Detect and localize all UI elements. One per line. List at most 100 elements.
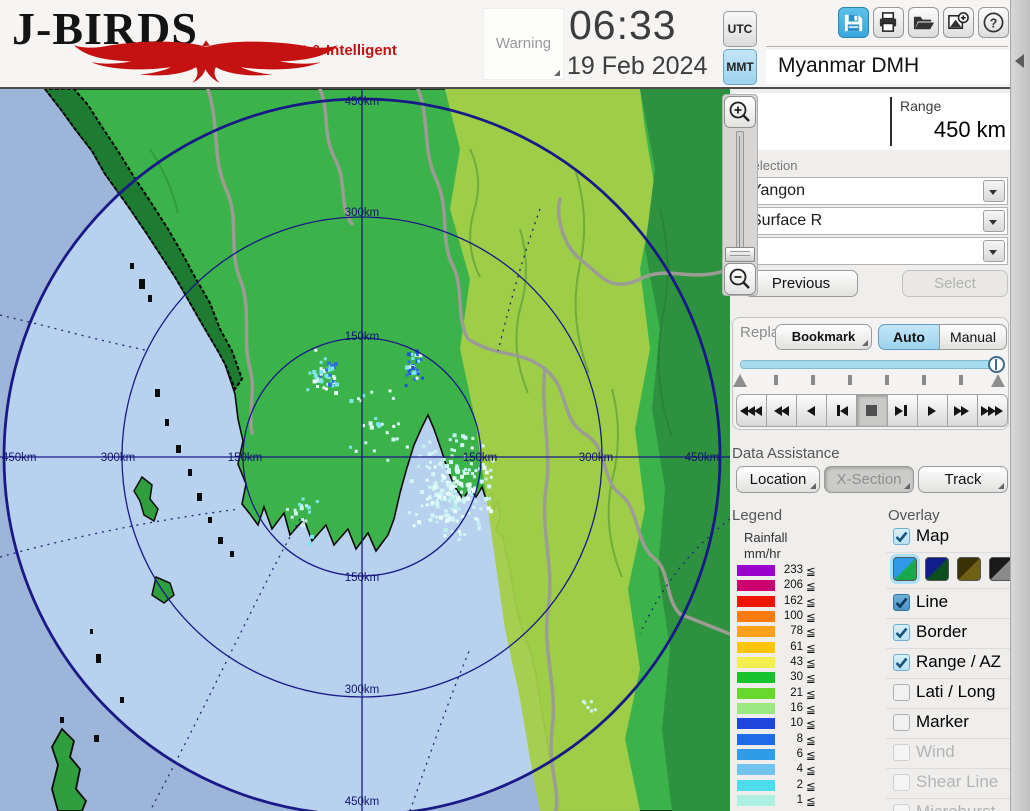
range-label: Range [900, 98, 941, 114]
overlay-list: MapLineBorderRange / AZLati / LongMarker… [886, 523, 1010, 811]
slider-tick [811, 375, 815, 385]
manual-button[interactable]: Manual [939, 324, 1007, 350]
legend-value: 8 [775, 733, 803, 745]
zoom-slider-track[interactable] [736, 131, 744, 261]
step-back-button[interactable] [826, 394, 857, 427]
dropdown-arrow-icon[interactable] [983, 210, 1005, 232]
rainfall-legend: 233≦206≦162≦100≦78≦61≦43≦30≦21≦16≦10≦8≦6… [737, 564, 827, 810]
help-button[interactable]: ? [978, 7, 1009, 38]
overlay-checkbox[interactable] [893, 684, 910, 701]
zoom-in-button[interactable] [724, 96, 756, 128]
overlay-item-label: Lati / Long [916, 682, 995, 702]
legend-value: 206 [775, 579, 803, 591]
open-button[interactable] [908, 7, 939, 38]
overlay-row-map: Map [886, 523, 1010, 553]
legend-value: 61 [775, 641, 803, 653]
legend-operator: ≦ [806, 656, 816, 670]
legend-operator: ≦ [806, 564, 816, 578]
map-style-swatch-2[interactable] [925, 557, 949, 581]
toolbar-separator [766, 46, 1008, 47]
play-reverse-button[interactable] [796, 394, 827, 427]
dropdown-arrow-icon[interactable] [983, 240, 1005, 262]
clock-date: 19 Feb 2024 [567, 52, 707, 81]
corner-mark [810, 483, 816, 489]
header-bar: J-BIRDS JRC-Brilliant & Intelligent Rada… [0, 0, 1030, 89]
x-section-label: X-Section [836, 471, 901, 488]
map-style-swatch-1[interactable] [893, 557, 917, 581]
legend-color-swatch [737, 596, 775, 607]
location-label: Location [750, 471, 807, 488]
site-dropdown[interactable]: Yangon [740, 177, 1008, 205]
data-assistance-label: Data Assistance [732, 445, 840, 462]
rewind-button[interactable] [766, 394, 797, 427]
legend-color-swatch [737, 703, 775, 714]
print-button[interactable] [873, 7, 904, 38]
legend-color-swatch [737, 672, 775, 683]
overlay-checkbox [893, 744, 910, 761]
mmt-button[interactable]: MMT [723, 49, 757, 85]
check-icon [895, 531, 908, 543]
product-dropdown[interactable]: Surface R [740, 207, 1008, 235]
slider-end-marker[interactable] [991, 374, 1005, 387]
legend-color-swatch [737, 657, 775, 668]
legend-row: 6≦ [737, 748, 827, 763]
check-icon [895, 597, 908, 609]
overlay-checkbox[interactable] [893, 624, 910, 641]
replay-slider-handle[interactable] [988, 356, 1005, 373]
check-icon [895, 627, 908, 639]
magnifier-minus-icon [728, 267, 752, 291]
legend-color-swatch [737, 626, 775, 637]
utc-button[interactable]: UTC [723, 11, 757, 47]
rev-icon [807, 406, 815, 416]
legend-operator: ≦ [806, 717, 816, 731]
check-icon [895, 657, 908, 669]
zoom-slider-thumb[interactable] [725, 247, 755, 262]
printer-icon [877, 11, 900, 34]
dropdown-arrow-icon[interactable] [983, 180, 1005, 202]
location-button[interactable]: Location [736, 466, 820, 493]
overlay-checkbox[interactable] [893, 714, 910, 731]
stop-button[interactable] [856, 394, 887, 427]
forward-button[interactable] [947, 394, 978, 427]
rewind-fast-button[interactable] [736, 394, 767, 427]
legend-value: 162 [775, 595, 803, 607]
floppy-icon [842, 11, 865, 34]
slider-start-marker[interactable] [733, 374, 747, 387]
legend-value: 10 [775, 717, 803, 729]
auto-button[interactable]: Auto [878, 324, 940, 350]
overlay-item-label: Microburst [916, 802, 995, 811]
legend-row: 2≦ [737, 779, 827, 794]
legend-row: 100≦ [737, 610, 827, 625]
legend-color-swatch [737, 780, 775, 791]
legend-value: 78 [775, 625, 803, 637]
clock-time: 06:33 [569, 2, 677, 49]
save-button[interactable] [838, 7, 869, 38]
overlay-checkbox[interactable] [893, 654, 910, 671]
ring-label: 450km [345, 796, 380, 808]
map-style-swatch-3[interactable] [957, 557, 981, 581]
step-forward-button[interactable] [887, 394, 918, 427]
legend-operator: ≦ [806, 641, 816, 655]
legend-value: 2 [775, 779, 803, 791]
track-button[interactable]: Track [918, 466, 1008, 493]
select-button[interactable]: Select [902, 270, 1008, 297]
overlay-checkbox[interactable] [893, 528, 910, 545]
replay-slider-track[interactable] [740, 360, 998, 369]
play-button[interactable] [917, 394, 948, 427]
legend-operator: ≦ [806, 748, 816, 762]
overlay-checkbox[interactable] [893, 594, 910, 611]
collapse-panel-icon[interactable] [1015, 54, 1024, 68]
forward-fast-button[interactable] [977, 394, 1008, 427]
x-section-button[interactable]: X-Section [824, 466, 914, 493]
svg-text:?: ? [990, 16, 998, 30]
bookmark-button[interactable]: Bookmark [775, 324, 872, 350]
capture-button[interactable] [943, 7, 974, 38]
legend-color-swatch [737, 580, 775, 591]
legend-operator: ≦ [806, 595, 816, 609]
previous-button[interactable]: Previous [744, 270, 858, 297]
zoom-out-button[interactable] [724, 263, 756, 295]
option-dropdown[interactable] [740, 237, 1008, 265]
warning-button[interactable]: Warning [483, 8, 564, 80]
legend-value: 16 [775, 702, 803, 714]
radar-map[interactable]: 450km 300km 150km 150km 300km 450km 450k… [0, 89, 730, 811]
